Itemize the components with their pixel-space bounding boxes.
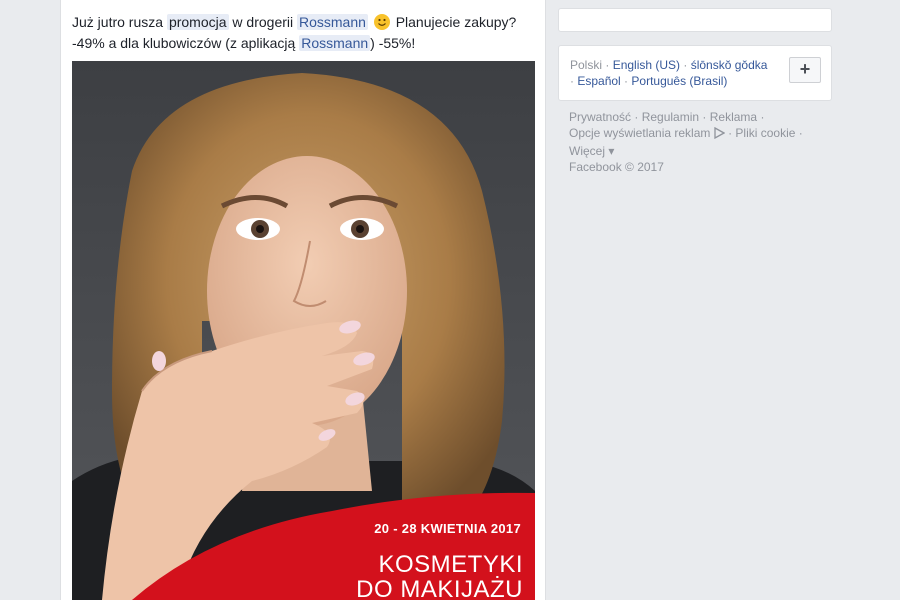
add-language-button[interactable]: + (789, 57, 821, 83)
language-option-english[interactable]: English (US) (613, 58, 680, 72)
post-text-segment: w drogerii (228, 14, 297, 30)
mention-rossmann[interactable]: Rossmann (297, 14, 368, 30)
smile-emoji-icon (373, 14, 390, 30)
mention-rossmann-2[interactable]: Rossmann (299, 35, 371, 51)
post-text-segment: Już jutro rusza (72, 14, 167, 30)
language-option-spanish[interactable]: Español (577, 74, 620, 88)
promo-dates: 20 - 28 KWIETNIA 2017 (374, 521, 521, 536)
hashtag-promocja[interactable]: promocja (166, 14, 229, 30)
footer-link-ad-choices[interactable]: Opcje wyświetlania reklam (569, 126, 710, 140)
post-image[interactable]: 20 - 28 KWIETNIA 2017 KOSMETYKI DO MAKIJ… (72, 61, 535, 600)
language-selector: Polski · English (US) · ślōnskŏ gŏdka · … (558, 45, 832, 101)
post-text-segment: ) -55%! (370, 35, 416, 51)
language-option-silesian[interactable]: ślōnskŏ gŏdka (691, 58, 768, 72)
post-text: Już jutro rusza promocja w drogerii Ross… (72, 12, 542, 54)
promo-title-line: KOSMETYKI (378, 551, 523, 578)
sidebar-top-box (558, 8, 832, 32)
post-card: Już jutro rusza promocja w drogerii Ross… (60, 0, 546, 600)
footer-link-privacy[interactable]: Prywatność (569, 110, 631, 124)
language-option-portuguese[interactable]: Português (Brasil) (631, 74, 727, 88)
promo-photo (72, 61, 535, 600)
footer-link-more[interactable]: Więcej (569, 144, 605, 158)
footer-link-advertising[interactable]: Reklama (710, 110, 757, 124)
language-list: Polski · English (US) · ślōnskŏ gŏdka · … (570, 58, 768, 88)
chevron-down-icon[interactable]: ▾ (608, 144, 614, 158)
footer-link-terms[interactable]: Regulamin (642, 110, 699, 124)
footer-links: Prywatność · Regulamin · Reklama · Opcje… (569, 110, 803, 174)
footer-link-cookies[interactable]: Pliki cookie (735, 126, 795, 140)
copyright: Facebook © 2017 (569, 160, 664, 174)
promo-title-line: DO MAKIJAŻU (356, 576, 523, 600)
current-language: Polski (570, 58, 603, 72)
post-text-segment: Planujecie zakupy? (391, 14, 517, 30)
promo-title: KOSMETYKI DO MAKIJAŻU (356, 552, 523, 600)
post-text-segment: -49% a dla klubowiczów (z aplikacją (72, 35, 300, 51)
ad-choices-icon (714, 126, 726, 143)
